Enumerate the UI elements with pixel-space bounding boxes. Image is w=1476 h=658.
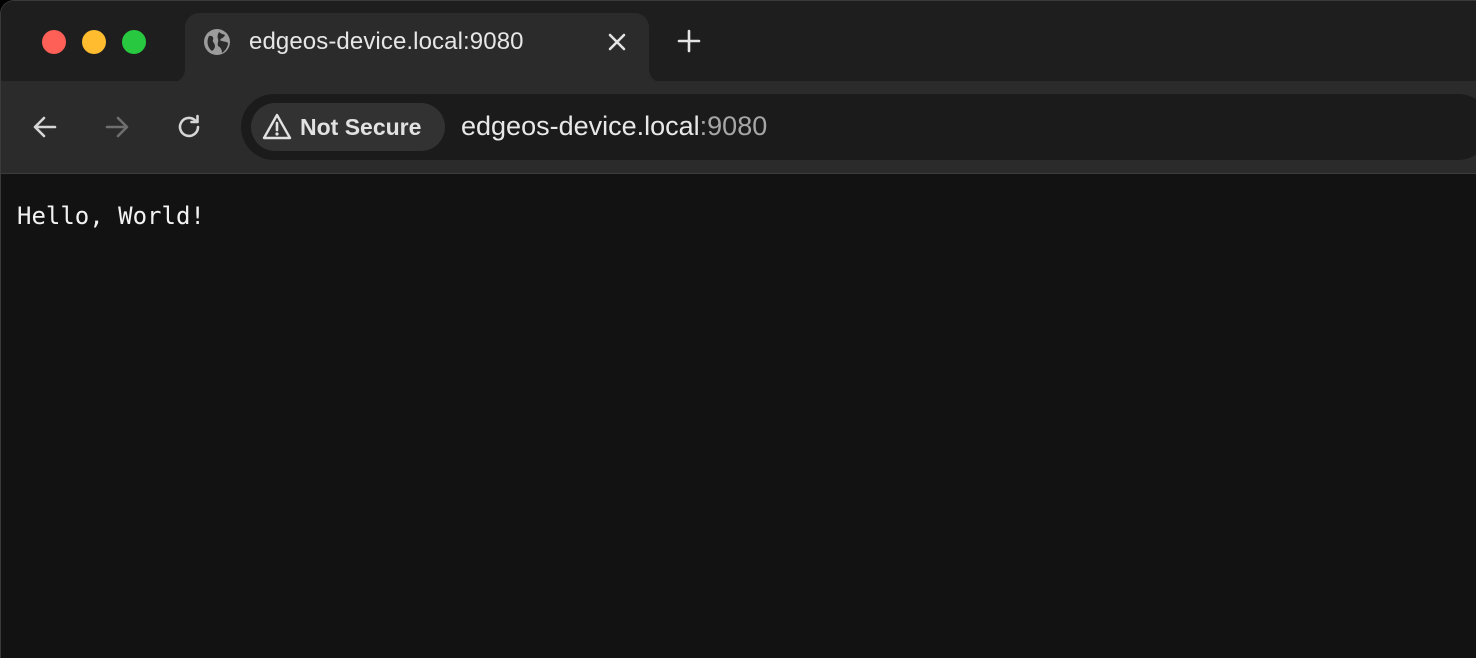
close-tab-icon[interactable] (605, 30, 629, 54)
security-indicator-button[interactable]: Not Secure (251, 103, 445, 151)
tab-title: edgeos-device.local:9080 (249, 28, 524, 55)
new-tab-icon[interactable] (675, 27, 703, 55)
tab-strip: edgeos-device.local:9080 (1, 1, 1476, 83)
tab-active[interactable]: edgeos-device.local:9080 (185, 13, 649, 83)
toolbar: Not Secure edgeos-device.local:9080 (1, 81, 1476, 174)
url-text[interactable]: edgeos-device.local:9080 (461, 111, 767, 142)
globe-icon (202, 27, 232, 57)
address-bar[interactable]: Not Secure edgeos-device.local:9080 (241, 94, 1476, 160)
window-zoom-button[interactable] (122, 30, 146, 54)
window-close-button[interactable] (42, 30, 66, 54)
url-host: edgeos-device.local (461, 111, 700, 141)
warning-triangle-icon (262, 112, 292, 142)
security-label: Not Secure (300, 114, 422, 140)
page-text: Hello, World! (17, 202, 205, 230)
reload-icon[interactable] (174, 112, 204, 142)
browser-window: edgeos-device.local:9080 Not Secure edge… (0, 0, 1476, 658)
url-port: :9080 (699, 111, 768, 141)
page-content: Hello, World! (1, 175, 1476, 658)
arrow-right-icon[interactable] (102, 112, 132, 142)
window-minimize-button[interactable] (82, 30, 106, 54)
arrow-left-icon[interactable] (30, 112, 60, 142)
